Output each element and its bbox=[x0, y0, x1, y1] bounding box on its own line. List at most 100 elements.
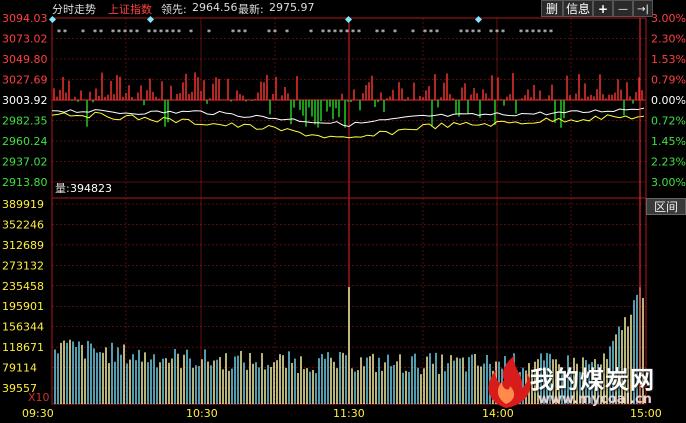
signal-star: * bbox=[273, 28, 277, 37]
volume-tick-label: 79114 bbox=[2, 362, 37, 375]
interval-button[interactable]: 区间 bbox=[646, 198, 686, 215]
volume-tick-label: 118671 bbox=[2, 341, 44, 354]
signal-star: * bbox=[357, 28, 361, 37]
tab-intraday[interactable]: 分时走势 bbox=[52, 1, 96, 17]
signal-star: * bbox=[189, 28, 193, 37]
signal-star: * bbox=[99, 28, 103, 37]
time-tick-label: 11:30 bbox=[333, 407, 365, 420]
price-tick-label: 3003.92 bbox=[2, 94, 48, 107]
lead-label: 领先: bbox=[161, 3, 187, 16]
signal-star: * bbox=[333, 28, 337, 37]
signal-star: * bbox=[345, 28, 349, 37]
signal-star: * bbox=[339, 28, 343, 37]
signal-star: * bbox=[129, 28, 133, 37]
signal-star: * bbox=[159, 28, 163, 37]
volume-tick-label: 312689 bbox=[2, 239, 44, 252]
signal-star: * bbox=[321, 28, 325, 37]
signal-star: * bbox=[501, 28, 505, 37]
signal-markers: * * * * * * * * * * * * * * * * * * * * * * * * * * * * * * * * * * * * * * * *… bbox=[48, 15, 553, 37]
price-tick-label: 3073.02 bbox=[2, 33, 48, 46]
percent-tick-label: 2.23% bbox=[651, 156, 686, 169]
signal-star: * bbox=[477, 28, 481, 37]
signal-star: * bbox=[543, 28, 547, 37]
news-diamond-icon bbox=[474, 15, 483, 24]
signal-star: * bbox=[411, 28, 415, 37]
signal-star: * bbox=[231, 28, 235, 37]
volume-tick-label: 352246 bbox=[2, 218, 44, 231]
percent-tick-label: 1.45% bbox=[651, 135, 686, 148]
signal-star: * bbox=[165, 28, 169, 37]
signal-star: * bbox=[495, 28, 499, 37]
percent-tick-label: 3.00% bbox=[651, 12, 686, 25]
signal-star: * bbox=[135, 28, 139, 37]
signal-star: * bbox=[117, 28, 121, 37]
signal-star: * bbox=[525, 28, 529, 37]
signal-star: * bbox=[435, 28, 439, 37]
signal-star: * bbox=[57, 28, 61, 37]
signal-star: * bbox=[459, 28, 463, 37]
lead-value: 2964.56 bbox=[192, 1, 238, 14]
volume-tick-label: 273132 bbox=[2, 259, 44, 272]
time-tick-label: 15:00 bbox=[630, 407, 662, 420]
signal-star: * bbox=[471, 28, 475, 37]
signal-star: * bbox=[63, 28, 67, 37]
news-diamond-icon bbox=[48, 15, 57, 24]
percent-tick-label: 0.79% bbox=[651, 74, 686, 87]
signal-star: * bbox=[81, 28, 85, 37]
price-tick-label: 2937.02 bbox=[2, 156, 48, 169]
signal-star: * bbox=[285, 28, 289, 37]
signal-star: * bbox=[309, 28, 313, 37]
delete-button[interactable]: 删 bbox=[541, 0, 563, 17]
percent-tick-label: 1.53% bbox=[651, 53, 686, 66]
zoom-out-button[interactable]: — bbox=[613, 0, 633, 17]
signal-star: * bbox=[267, 28, 271, 37]
volume-tick-label: 156344 bbox=[2, 321, 44, 334]
signal-star: * bbox=[351, 28, 355, 37]
signal-star: * bbox=[111, 28, 115, 37]
signal-star: * bbox=[423, 28, 427, 37]
intraday-chart: 3094.03 3.00% 3073.02 2.30% 3049.80 1.53% 3027… bbox=[2, 12, 686, 420]
latest-label: 最新: bbox=[238, 3, 264, 16]
signal-star: * bbox=[171, 28, 175, 37]
news-diamond-icon bbox=[146, 15, 155, 24]
signal-star: * bbox=[531, 28, 535, 37]
signal-star: * bbox=[393, 28, 397, 37]
index-name: 上证指数 bbox=[108, 3, 152, 16]
percent-tick-label: 3.00% bbox=[651, 176, 686, 189]
price-tick-label: 2913.80 bbox=[2, 176, 48, 189]
x10-label: X10 bbox=[28, 391, 50, 404]
signal-star: * bbox=[147, 28, 151, 37]
price-tick-label: 3094.03 bbox=[2, 12, 48, 25]
signal-star: * bbox=[93, 28, 97, 37]
volume-bars bbox=[54, 287, 644, 404]
time-tick-label: 10:30 bbox=[186, 407, 218, 420]
percent-tick-label: 0.00% bbox=[651, 94, 686, 107]
volume-label: 量: bbox=[55, 182, 70, 195]
signal-star: * bbox=[237, 28, 241, 37]
signal-star: * bbox=[153, 28, 157, 37]
volume-tick-label: 389919 bbox=[2, 198, 44, 211]
time-tick-label: 09:30 bbox=[22, 407, 54, 420]
latest-value: 2975.97 bbox=[269, 1, 315, 14]
signal-star: * bbox=[519, 28, 523, 37]
signal-star: * bbox=[537, 28, 541, 37]
price-tick-label: 3027.69 bbox=[2, 74, 48, 87]
signal-star: * bbox=[375, 28, 379, 37]
news-diamond-icon bbox=[344, 15, 353, 24]
signal-star: * bbox=[429, 28, 433, 37]
price-tick-label: 2960.24 bbox=[2, 135, 48, 148]
zoom-in-button[interactable]: + bbox=[593, 0, 613, 17]
percent-tick-label: 0.72% bbox=[651, 115, 686, 128]
volume-tick-label: 235458 bbox=[2, 280, 44, 293]
volume-value: 394823 bbox=[70, 182, 112, 195]
signal-star: * bbox=[549, 28, 553, 37]
time-tick-label: 14:00 bbox=[482, 407, 514, 420]
signal-star: * bbox=[327, 28, 331, 37]
expand-button[interactable]: →| bbox=[633, 0, 653, 17]
price-tick-label: 3049.80 bbox=[2, 53, 48, 66]
info-button[interactable]: 信息 bbox=[563, 0, 593, 17]
signal-star: * bbox=[123, 28, 127, 37]
signal-star: * bbox=[207, 28, 211, 37]
signal-star: * bbox=[177, 28, 181, 37]
signal-star: * bbox=[489, 28, 493, 37]
